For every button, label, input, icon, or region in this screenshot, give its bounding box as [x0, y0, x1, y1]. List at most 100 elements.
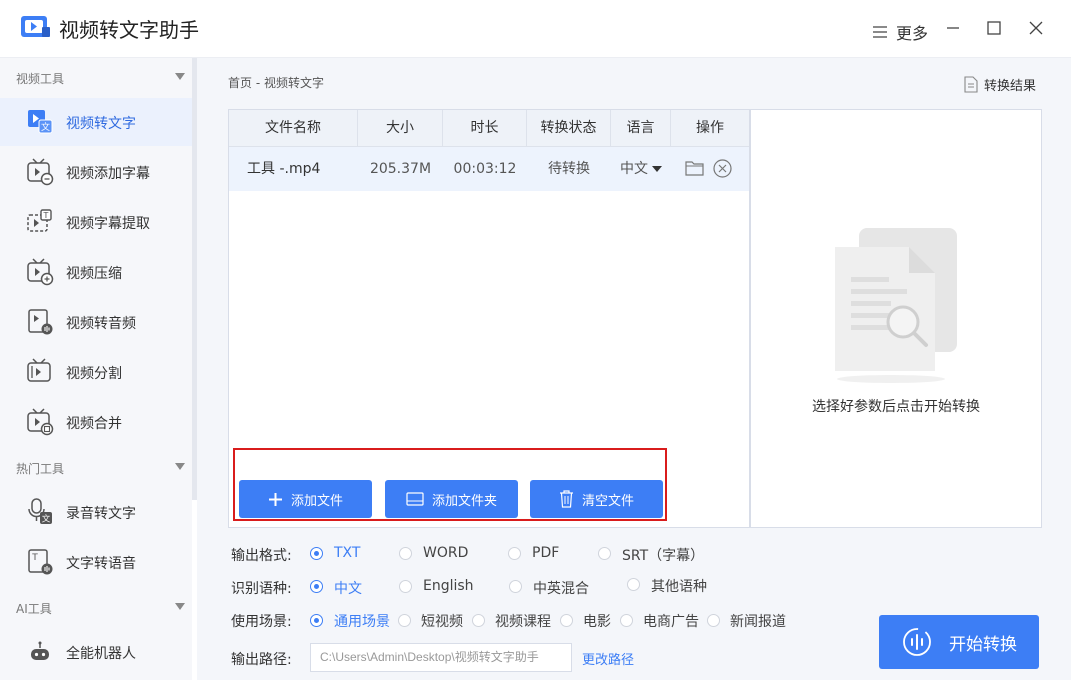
sidebar-item-subtitle-extract[interactable]: T 视频字幕提取 — [0, 198, 192, 246]
maximize-button[interactable] — [983, 17, 1005, 39]
more-label: 更多 — [896, 24, 929, 43]
language-value: 中文 — [620, 161, 648, 177]
language-radio-other[interactable] — [627, 578, 640, 591]
sidebar-item-robot[interactable]: 全能机器人 — [0, 628, 192, 676]
remove-file-icon[interactable] — [713, 159, 732, 178]
sidebar-item-label: 全能机器人 — [66, 646, 136, 662]
language-radio-mixed[interactable] — [509, 580, 522, 593]
add-folder-label: 添加文件夹 — [431, 493, 497, 509]
svg-text:文: 文 — [41, 121, 50, 133]
language-option-other[interactable]: 其他语种 — [651, 576, 707, 596]
close-icon — [1029, 21, 1043, 35]
audio-to-text-icon: 文 — [28, 498, 52, 525]
scene-radio-movie[interactable] — [560, 614, 573, 627]
column-header-duration: 时长 — [443, 110, 527, 147]
scene-option-ecommerce[interactable]: 电商广告 — [643, 611, 699, 631]
scene-option-video-course[interactable]: 视频课程 — [495, 611, 551, 631]
column-header-language: 语言 — [611, 110, 671, 147]
sidebar-item-add-subtitle[interactable]: 视频添加字幕 — [0, 148, 192, 196]
sidebar-group-hot-tools: 热门工具 — [16, 462, 65, 476]
minimize-icon — [947, 27, 959, 29]
sidebar: 视频工具 文 视频转文字 视频添加字幕 T 视频字幕提取 视频压缩 视频转音频 … — [0, 58, 192, 680]
scene-option-short-video[interactable]: 短视频 — [421, 611, 463, 631]
scene-option-general[interactable]: 通用场景 — [334, 611, 390, 631]
output-path-label: 输出路径: — [231, 652, 292, 668]
sidebar-item-audio-to-text[interactable]: 文 录音转文字 — [0, 488, 192, 536]
scene-radio-general[interactable] — [310, 614, 323, 627]
file-size: 205.37M — [369, 161, 432, 177]
breadcrumb: 首页 - 视频转文字 — [228, 76, 324, 90]
language-radio-english[interactable] — [399, 580, 412, 593]
table-row[interactable]: 工具 -.mp4 205.37M 00:03:12 待转换 中文 — [229, 147, 749, 191]
format-radio-srt[interactable] — [598, 547, 611, 560]
language-select[interactable]: 中文 — [611, 147, 671, 191]
format-radio-pdf[interactable] — [508, 547, 521, 560]
language-option-mixed[interactable]: 中英混合 — [533, 578, 589, 598]
sidebar-item-label: 视频添加字幕 — [66, 166, 150, 182]
sidebar-item-label: 视频字幕提取 — [66, 216, 150, 232]
format-radio-word[interactable] — [399, 547, 412, 560]
sidebar-item-video-compress[interactable]: 视频压缩 — [0, 248, 192, 296]
video-to-text-icon: 文 — [28, 110, 53, 134]
language-option-chinese[interactable]: 中文 — [334, 578, 362, 598]
sidebar-item-video-split[interactable]: 视频分割 — [0, 348, 192, 396]
title-bar: 视频转文字助手 更多 — [0, 0, 1071, 58]
sidebar-item-text-to-speech[interactable]: T 文字转语音 — [0, 538, 192, 586]
sidebar-item-label: 视频转文字 — [66, 116, 136, 132]
start-conversion-label: 开始转换 — [949, 634, 1017, 655]
document-icon — [964, 76, 978, 93]
language-radio-chinese[interactable] — [310, 580, 323, 593]
column-header-name: 文件名称 — [229, 110, 358, 147]
collapse-arrow-icon[interactable] — [175, 603, 185, 610]
app-title: 视频转文字助手 — [59, 18, 199, 42]
preview-hint: 选择好参数后点击开始转换 — [812, 399, 980, 415]
sidebar-item-video-merge[interactable]: 视频合并 — [0, 398, 192, 446]
add-file-button[interactable]: 添加文件 — [239, 480, 372, 518]
scene-option-news[interactable]: 新闻报道 — [730, 611, 786, 631]
usage-scene-label: 使用场景: — [231, 614, 292, 630]
format-option-pdf[interactable]: PDF — [532, 545, 559, 561]
column-header-status: 转换状态 — [527, 110, 611, 147]
add-folder-button[interactable]: 添加文件夹 — [385, 480, 518, 518]
trash-icon — [559, 490, 573, 508]
collapse-arrow-icon[interactable] — [175, 73, 185, 80]
recognition-language-label: 识别语种: — [231, 581, 292, 597]
scene-radio-short-video[interactable] — [398, 614, 411, 627]
collapse-arrow-icon[interactable] — [175, 463, 185, 470]
sidebar-item-label: 视频分割 — [66, 366, 122, 382]
scene-option-movie[interactable]: 电影 — [583, 611, 611, 631]
format-option-word[interactable]: WORD — [423, 545, 468, 561]
svg-text:T: T — [43, 211, 49, 220]
app-logo-icon — [21, 16, 50, 37]
language-option-english[interactable]: English — [423, 578, 474, 594]
conversion-results-link[interactable]: 转换结果 — [963, 75, 1036, 94]
table-header: 文件名称 大小 时长 转换状态 语言 操作 — [229, 110, 749, 147]
menu-icon — [873, 26, 887, 38]
sidebar-item-video-to-audio[interactable]: 视频转音频 — [0, 298, 192, 346]
open-folder-icon[interactable] — [685, 160, 704, 176]
text-to-speech-icon: T — [28, 549, 53, 575]
output-path-input[interactable]: C:\Users\Admin\Desktop\视频转文字助手 — [310, 643, 572, 672]
scene-radio-news[interactable] — [707, 614, 720, 627]
robot-icon — [31, 641, 49, 660]
close-window-button[interactable] — [1025, 17, 1047, 39]
document-search-illustration-icon — [835, 228, 957, 383]
clear-files-label: 清空文件 — [581, 493, 634, 509]
scene-radio-ecommerce[interactable] — [620, 614, 633, 627]
format-option-txt[interactable]: TXT — [334, 545, 360, 561]
start-conversion-button[interactable]: 开始转换 — [879, 615, 1039, 669]
format-radio-txt[interactable] — [310, 547, 323, 560]
sidebar-item-video-to-text[interactable]: 文 视频转文字 — [0, 98, 192, 146]
change-path-link[interactable]: 更改路径 — [582, 649, 634, 668]
sidebar-group-ai-tools: AI工具 — [16, 602, 52, 616]
clear-files-button[interactable]: 清空文件 — [530, 480, 663, 518]
sidebar-item-label: 视频合并 — [66, 416, 122, 432]
column-header-size: 大小 — [358, 110, 443, 147]
scene-radio-video-course[interactable] — [472, 614, 485, 627]
column-header-actions: 操作 — [696, 120, 724, 136]
folder-icon — [406, 492, 424, 506]
more-menu-button[interactable]: 更多 — [872, 20, 928, 44]
video-split-icon — [27, 358, 51, 382]
minimize-button[interactable] — [942, 17, 964, 39]
format-option-srt[interactable]: SRT（字幕） — [622, 545, 704, 565]
